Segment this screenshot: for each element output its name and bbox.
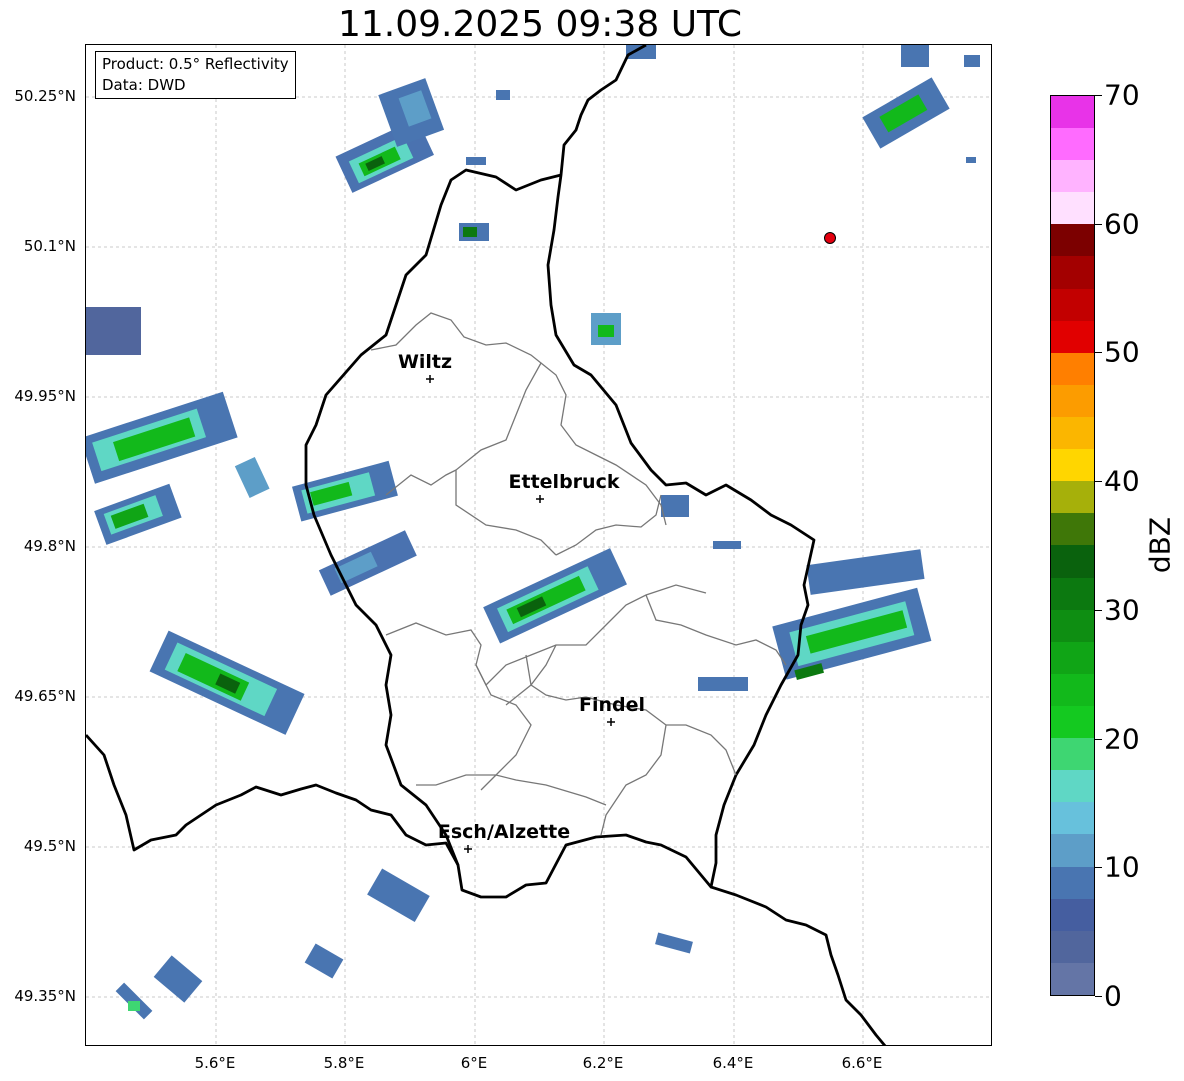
colorbar-segment: [1051, 866, 1094, 899]
lat-tick-label: 50.25°N: [14, 87, 76, 105]
colorbar-segment: [1051, 706, 1094, 739]
colorbar-tick: [1095, 867, 1102, 869]
colorbar-tick-label: 70: [1104, 78, 1140, 112]
colorbar-segment: [1051, 545, 1094, 578]
colorbar-tick-label: 20: [1104, 722, 1140, 756]
colorbar-segment: [1051, 641, 1094, 674]
city-label-esch-alzette: Esch/Alzette: [437, 821, 571, 843]
colorbar-tick-label: 50: [1104, 335, 1140, 369]
map-canvas: [86, 45, 991, 1045]
colorbar-segment: [1051, 449, 1094, 482]
colorbar-segment: [1051, 738, 1094, 771]
colorbar-segment: [1051, 770, 1094, 803]
product-info-box: Product: 0.5° Reflectivity Data: DWD: [95, 51, 296, 99]
colorbar-unit-label: dBZ: [1143, 516, 1177, 574]
city-label-ettelbruck: Ettelbruck: [508, 471, 620, 493]
lat-tick-label: 49.35°N: [14, 987, 76, 1005]
colorbar-tick-label: 0: [1104, 979, 1122, 1013]
colorbar-segment: [1051, 609, 1094, 642]
colorbar-segment: [1051, 417, 1094, 450]
lat-tick-label: 50.1°N: [23, 237, 76, 255]
colorbar-segment: [1051, 577, 1094, 610]
colorbar-segment: [1051, 352, 1094, 385]
colorbar-segment: [1051, 160, 1094, 193]
colorbar: [1050, 95, 1095, 996]
colorbar-segment: [1051, 320, 1094, 353]
colorbar-segment: [1051, 481, 1094, 514]
national-border-east: [710, 885, 887, 1045]
lat-tick-label: 49.5°N: [23, 837, 76, 855]
gridlines: [86, 45, 991, 1045]
colorbar-segment: [1051, 673, 1094, 707]
lon-tick-label: 6.4°E: [712, 1054, 754, 1072]
lon-tick-label: 6°E: [460, 1054, 488, 1072]
national-border-west: [304, 168, 562, 866]
colorbar-segment: [1051, 898, 1094, 931]
colorbar-tick-label: 60: [1104, 207, 1140, 241]
colorbar-tick: [1095, 352, 1102, 354]
colorbar-segment: [1051, 802, 1094, 835]
map-title: 11.09.2025 09:38 UTC: [337, 4, 743, 45]
national-border: [86, 45, 816, 899]
colorbar-tick: [1095, 223, 1102, 225]
colorbar-tick-label: 30: [1104, 593, 1140, 627]
colorbar-segment: [1051, 834, 1094, 867]
city-label-findel: Findel: [578, 694, 646, 716]
lon-tick-label: 6.6°E: [841, 1054, 883, 1072]
colorbar-segment: [1051, 95, 1094, 129]
colorbar-tick-label: 10: [1104, 850, 1140, 884]
colorbar-segment: [1051, 513, 1094, 546]
radar-map[interactable]: Product: 0.5° Reflectivity Data: DWD Wil…: [85, 44, 992, 1046]
colorbar-tick: [1095, 95, 1102, 96]
colorbar-tick: [1095, 738, 1102, 740]
colorbar-segment: [1051, 256, 1094, 289]
colorbar-tick: [1095, 609, 1102, 611]
colorbar-tick: [1095, 481, 1102, 483]
lat-tick-label: 49.8°N: [23, 537, 76, 555]
lat-tick-label: 49.65°N: [14, 687, 76, 705]
data-source-label: Data: DWD: [102, 76, 186, 94]
colorbar-tick-label: 40: [1104, 464, 1140, 498]
colorbar-segment: [1051, 962, 1094, 995]
lon-tick-label: 6.2°E: [582, 1054, 624, 1072]
product-label: Product: 0.5° Reflectivity: [102, 55, 289, 73]
lon-tick-label: 5.8°E: [323, 1054, 365, 1072]
red-dot-marker: [824, 232, 836, 244]
colorbar-segment: [1051, 930, 1094, 963]
city-label-wiltz: Wiltz: [397, 351, 453, 373]
radar-echoes: [86, 45, 980, 1020]
lat-tick-label: 49.95°N: [14, 387, 76, 405]
colorbar-segment: [1051, 224, 1094, 257]
colorbar-segment: [1051, 192, 1094, 225]
colorbar-segment: [1051, 128, 1094, 161]
colorbar-segment: [1051, 384, 1094, 418]
lon-tick-label: 5.6°E: [194, 1054, 236, 1072]
colorbar-tick: [1095, 996, 1102, 997]
colorbar-segment: [1051, 288, 1094, 321]
